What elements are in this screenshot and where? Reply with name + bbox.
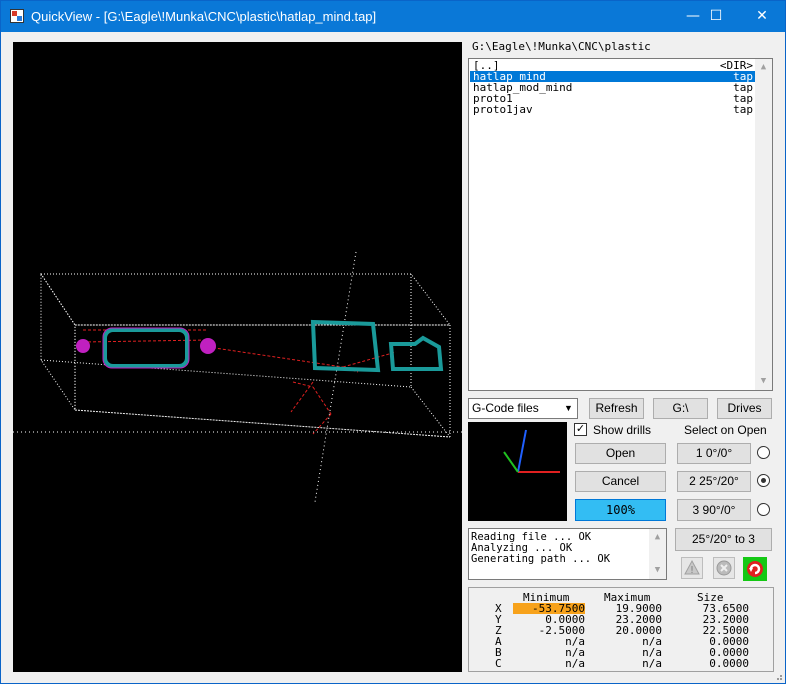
view-2-button[interactable]: 2 25°/20° [677,471,751,492]
stop-icon[interactable] [713,557,735,579]
file-ext: tap [733,103,753,116]
view-3-radio[interactable] [757,503,770,516]
scroll-up-icon[interactable]: ▲ [649,529,666,546]
toolpath-drawing [13,251,462,503]
axis-gizmo-icon [503,429,560,473]
view-2-radio[interactable] [757,474,770,487]
maximize-button[interactable]: ☐ [693,1,739,32]
drill-hole [200,338,216,354]
quickview-window: QuickView - [G:\Eagle\!Munka\CNC\plastic… [0,0,786,684]
title-bar[interactable]: QuickView - [G:\Eagle\!Munka\CNC\plastic… [1,1,785,32]
status-log: Reading file ... OK Analyzing ... OK Gen… [468,528,667,580]
svg-text:!: ! [690,565,694,576]
file-list-item[interactable]: hatlap_mod_mind tap [470,82,756,93]
close-button[interactable]: ✕ [739,1,785,32]
chevron-down-icon: ▼ [564,403,573,413]
log-scrollbar[interactable]: ▲ ▼ [649,529,666,579]
file-list[interactable]: [..] <DIR> hatlap_mind tap hatlap_mod_mind ta… [468,58,773,391]
show-drills-label[interactable]: Show drills [593,423,651,437]
limits-table: Minimum Maximum Size X -53.7500 19.9000 73.… [468,587,774,672]
rapid-moves [82,329,397,435]
limits-min: n/a [565,657,585,670]
cancel-button[interactable]: Cancel [575,471,666,492]
show-drills-checkbox[interactable]: ✓ [574,423,587,436]
toolpath-square-outline [310,319,381,373]
toolpath-viewport[interactable] [13,42,462,672]
zoom-button[interactable]: 100% [575,499,666,521]
y-axis-line [314,251,357,503]
toolpath-connector-outline [103,328,189,368]
scroll-down-icon[interactable]: ▼ [755,373,772,390]
app-icon [10,9,24,23]
file-name: proto1jav [473,103,533,116]
view-1-radio[interactable] [757,446,770,459]
drill-rings [102,327,190,369]
view-transition-button[interactable]: 25°/20° to 3 [675,528,772,551]
limits-size: 0.0000 [709,657,749,670]
file-type-filter[interactable]: G-Code files ▼ [468,398,578,419]
view-3-button[interactable]: 3 90°/0° [677,499,751,521]
toolpath-small-outline [388,335,444,371]
log-line: Generating path ... OK [471,553,611,565]
resize-grip-icon[interactable] [773,671,783,681]
scroll-down-icon[interactable]: ▼ [649,562,666,579]
select-on-open-label: Select on Open [684,423,767,437]
open-button[interactable]: Open [575,443,666,464]
file-list-item[interactable]: proto1jav tap [470,104,756,115]
bounding-box [40,272,452,438]
window-title: QuickView - [G:\Eagle\!Munka\CNC\plastic… [31,9,377,24]
current-path: G:\Eagle\!Munka\CNC\plastic [472,40,651,53]
drill-hole [76,339,90,353]
view-1-button[interactable]: 1 0°/0° [677,443,751,464]
refresh-button[interactable]: Refresh [589,398,644,419]
reload-icon[interactable] [743,557,767,581]
toolpaths [103,319,444,373]
limits-max: n/a [642,657,662,670]
drives-button[interactable]: Drives [717,398,772,419]
scroll-up-icon[interactable]: ▲ [755,59,772,76]
file-type-filter-value: G-Code files [472,401,539,415]
drive-button[interactable]: G:\ [653,398,708,419]
axes-preview [468,422,567,521]
file-list-scrollbar[interactable]: ▲ ▼ [755,59,772,390]
warning-icon[interactable]: ! [681,557,703,579]
file-rows: [..] <DIR> hatlap_mind tap hatlap_mod_mind ta… [470,60,756,115]
limits-axis: C [495,657,502,670]
